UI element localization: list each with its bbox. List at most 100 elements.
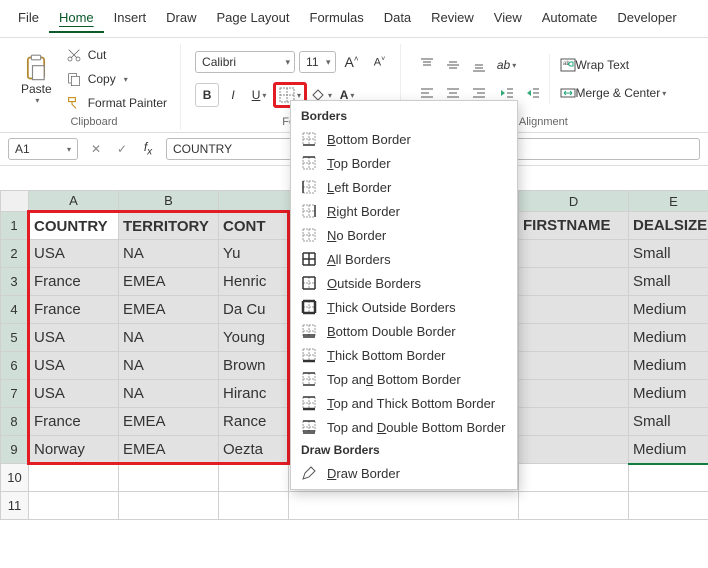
row-header[interactable]: 5 <box>1 324 29 352</box>
cell[interactable] <box>629 492 708 520</box>
enter-formula-button[interactable]: ✓ <box>110 137 134 161</box>
borders-menu-item[interactable]: Top and Double Bottom Border <box>291 415 517 439</box>
borders-menu-item[interactable]: Top Border <box>291 151 517 175</box>
cell[interactable]: EMEA <box>119 268 219 296</box>
cell[interactable]: Norway <box>29 436 119 464</box>
cell[interactable] <box>119 492 219 520</box>
borders-menu-item[interactable]: Bottom Border <box>291 127 517 151</box>
align-bottom-button[interactable] <box>467 53 491 77</box>
italic-button[interactable]: I <box>221 83 245 107</box>
cell[interactable]: France <box>29 296 119 324</box>
borders-menu-item[interactable]: Thick Outside Borders <box>291 295 517 319</box>
row-header[interactable]: 6 <box>1 352 29 380</box>
cell[interactable]: CONT <box>219 212 289 240</box>
menubar-item-view[interactable]: View <box>484 4 532 33</box>
col-header-d[interactable]: D <box>519 191 629 212</box>
menubar-item-automate[interactable]: Automate <box>532 4 608 33</box>
row-header[interactable]: 4 <box>1 296 29 324</box>
align-middle-button[interactable] <box>441 53 465 77</box>
insert-function-button[interactable]: fx <box>136 137 160 161</box>
cell[interactable]: USA <box>29 352 119 380</box>
cell[interactable]: Medium <box>629 324 708 352</box>
cell[interactable]: USA <box>29 240 119 268</box>
cell[interactable] <box>519 408 629 436</box>
menubar-item-draw[interactable]: Draw <box>156 4 206 33</box>
copy-button[interactable]: Copy ▾ <box>61 68 133 90</box>
cancel-formula-button[interactable]: ✕ <box>84 137 108 161</box>
borders-menu-item[interactable]: Bottom Double Border <box>291 319 517 343</box>
paste-button[interactable]: Paste ▾ <box>16 51 57 108</box>
align-top-button[interactable] <box>415 53 439 77</box>
cell[interactable]: Oezta <box>219 436 289 464</box>
row-header[interactable]: 2 <box>1 240 29 268</box>
cell[interactable]: Da Cu <box>219 296 289 324</box>
name-box[interactable]: A1▾ <box>8 138 78 160</box>
cell[interactable]: France <box>29 408 119 436</box>
cell[interactable]: NA <box>119 380 219 408</box>
menubar-item-developer[interactable]: Developer <box>607 4 686 33</box>
cell[interactable] <box>289 492 519 520</box>
cell[interactable]: Small <box>629 240 708 268</box>
wrap-text-button[interactable]: ab Wrap Text <box>554 53 636 77</box>
row-header[interactable]: 1 <box>1 212 29 240</box>
cell[interactable] <box>519 240 629 268</box>
borders-menu-item[interactable]: Outside Borders <box>291 271 517 295</box>
cell[interactable]: Young <box>219 324 289 352</box>
row-header[interactable]: 8 <box>1 408 29 436</box>
col-header-a[interactable]: A <box>29 191 119 212</box>
decrease-font-button[interactable]: A˅ <box>368 50 392 74</box>
borders-menu-item[interactable]: Right Border <box>291 199 517 223</box>
menubar-item-review[interactable]: Review <box>421 4 484 33</box>
bold-button[interactable]: B <box>195 83 219 107</box>
menubar-item-home[interactable]: Home <box>49 4 104 33</box>
cell[interactable] <box>519 436 629 464</box>
cell[interactable] <box>519 464 629 492</box>
cut-button[interactable]: Cut <box>61 44 112 66</box>
cell[interactable] <box>29 464 119 492</box>
row-header[interactable]: 11 <box>1 492 29 520</box>
cell[interactable] <box>519 268 629 296</box>
cell[interactable] <box>219 464 289 492</box>
cell[interactable] <box>519 352 629 380</box>
select-all-corner[interactable] <box>1 191 29 212</box>
cell[interactable] <box>629 464 708 492</box>
cell[interactable]: Yu <box>219 240 289 268</box>
cell[interactable]: Small <box>629 268 708 296</box>
orientation-button[interactable]: ab▾ <box>495 53 519 77</box>
cell[interactable] <box>219 492 289 520</box>
cell[interactable] <box>519 324 629 352</box>
cell[interactable] <box>119 464 219 492</box>
row-header[interactable]: 3 <box>1 268 29 296</box>
row-header[interactable]: 10 <box>1 464 29 492</box>
cell[interactable]: Medium <box>629 352 708 380</box>
cell[interactable]: Brown <box>219 352 289 380</box>
merge-center-button[interactable]: Merge & Center ▾ <box>554 81 673 105</box>
borders-menu-item[interactable]: All Borders <box>291 247 517 271</box>
menubar-item-formulas[interactable]: Formulas <box>300 4 374 33</box>
cell[interactable]: EMEA <box>119 408 219 436</box>
cell[interactable]: Medium <box>629 296 708 324</box>
cell[interactable]: NA <box>119 240 219 268</box>
cell[interactable]: EMEA <box>119 296 219 324</box>
menubar-item-file[interactable]: File <box>8 4 49 33</box>
font-name-select[interactable]: Calibri <box>195 51 295 73</box>
cell[interactable]: DEALSIZE <box>629 212 708 240</box>
borders-menu-item[interactable]: Thick Bottom Border <box>291 343 517 367</box>
borders-menu-item[interactable]: Top and Thick Bottom Border <box>291 391 517 415</box>
cell[interactable]: COUNTRY <box>29 212 119 240</box>
cell[interactable]: Medium <box>629 380 708 408</box>
underline-button[interactable]: U▾ <box>247 83 271 107</box>
cell[interactable]: Henric <box>219 268 289 296</box>
cell[interactable]: USA <box>29 380 119 408</box>
cell[interactable]: NA <box>119 352 219 380</box>
menubar-item-data[interactable]: Data <box>374 4 421 33</box>
cell[interactable] <box>519 492 629 520</box>
cell[interactable] <box>519 296 629 324</box>
cell[interactable]: EMEA <box>119 436 219 464</box>
cell[interactable]: Small <box>629 408 708 436</box>
cell[interactable] <box>29 492 119 520</box>
borders-menu-item[interactable]: Top and Bottom Border <box>291 367 517 391</box>
cell[interactable]: USA <box>29 324 119 352</box>
cell[interactable] <box>519 380 629 408</box>
borders-menu-item[interactable]: Left Border <box>291 175 517 199</box>
